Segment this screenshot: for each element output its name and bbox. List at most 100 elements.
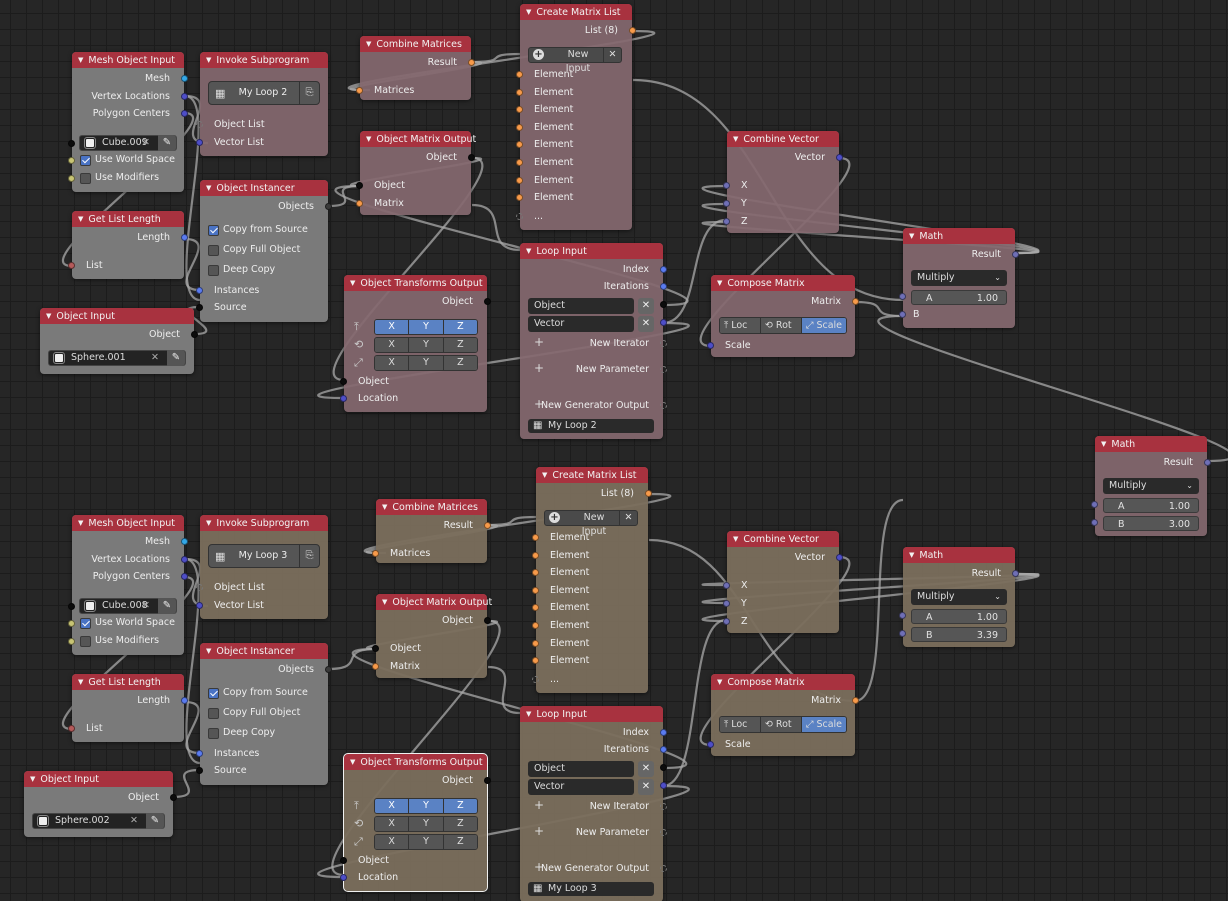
instancer-option-1-checkbox[interactable] [208,708,219,719]
collapse-triangle-icon[interactable]: ▼ [526,4,531,20]
new-iterator-socket[interactable] [660,340,667,347]
element-socket[interactable] [516,159,523,166]
result-socket[interactable] [1012,570,1019,577]
loop-input-node[interactable]: ▼ Loop Input Index Iterations Object ✕ Vector ✕… [520,243,667,439]
operation-dropdown[interactable]: Multiply ⌄ [1103,478,1199,494]
node-header[interactable]: ▼ Object Instancer [200,180,328,196]
a-socket[interactable] [1091,501,1098,508]
object-in-socket[interactable] [340,857,347,864]
matrix-socket[interactable] [852,298,859,305]
x-socket[interactable] [723,582,730,589]
object-out-socket[interactable] [484,298,491,305]
list-socket[interactable] [629,27,636,34]
list-socket[interactable] [68,725,75,732]
mesh-socket[interactable] [181,75,188,82]
matrix-socket[interactable] [356,200,363,207]
a-field[interactable]: A 1.00 [911,290,1007,305]
mesh-object-input-node[interactable]: ▼ Mesh Object Input Mesh Vertex Locations Po… [68,52,188,192]
node-header[interactable]: ▼ Get List Length [72,674,184,690]
list-socket[interactable] [68,262,75,269]
object-in-socket[interactable] [340,378,347,385]
node-header[interactable]: ▼ Create Matrix List [536,467,648,483]
element-socket[interactable] [532,622,539,629]
rot-mode-toggle[interactable]: ⟲ Rot [760,717,802,732]
node-header[interactable]: ▼ Invoke Subprogram [200,515,328,531]
object-instancer-node[interactable]: ▼ Object Instancer Objects Copy from Source… [196,643,332,785]
instancer-option-0-checkbox[interactable] [208,225,219,236]
object-transforms-output-node[interactable]: ▼ Object Transforms Output Object ⤒ X Y Z ⟲ X Y Z ⤢… [340,753,491,892]
collapse-triangle-icon[interactable]: ▼ [206,180,211,196]
iterations-socket[interactable] [660,283,667,290]
object-output-socket[interactable] [191,331,198,338]
vertex-locations-socket[interactable] [181,93,188,100]
axis-z-toggle[interactable]: Z [443,320,477,334]
collapse-triangle-icon[interactable]: ▼ [78,515,83,531]
object-field[interactable]: Cube.009 ✕ ✎ [79,135,177,151]
clear-icon[interactable]: ✕ [130,814,138,828]
source-socket[interactable] [196,767,203,774]
collapse-triangle-icon[interactable]: ▼ [350,275,355,291]
iterations-socket[interactable] [660,746,667,753]
index-socket[interactable] [660,729,667,736]
eyedropper-icon[interactable]: ✎ [146,813,164,829]
z-socket[interactable] [723,618,730,625]
new-generator-output-socket[interactable] [660,402,667,409]
object-input-node[interactable]: ▼ Object Input Object Sphere.002 ✕ ✎ [24,771,177,837]
new-subprogram-icon[interactable]: ⎘ [299,82,319,104]
eyedropper-icon[interactable]: ✎ [167,350,185,366]
object-transforms-output-node[interactable]: ▼ Object Transforms Output Object ⤒ X Y Z ⟲ X Y Z ⤢… [340,275,491,412]
object-out-socket[interactable] [484,777,491,784]
use-world-space-checkbox[interactable] [80,155,91,166]
remove-iterator-button[interactable]: ✕ [638,316,654,332]
socket[interactable] [68,638,75,645]
combine-matrices-node[interactable]: ▼ Combine Matrices Result Matrices [372,499,491,563]
create-matrix-list-node[interactable]: ▼ Create Matrix List List (8) + New Input ✕ El… [532,467,652,693]
element-socket[interactable] [532,534,539,541]
instancer-option-1-checkbox[interactable] [208,245,219,256]
node-header[interactable]: ▼ Compose Matrix [711,275,855,291]
node-header[interactable]: ▼ Object Matrix Output [360,131,476,147]
node-link[interactable] [471,203,521,252]
b-socket[interactable] [899,311,906,318]
matrices-socket[interactable] [372,550,379,557]
a-socket[interactable] [899,293,906,300]
element-socket[interactable] [532,657,539,665]
loc-axis-toggles[interactable]: XYZ [374,319,478,335]
axis-x-toggle[interactable]: X [375,356,410,370]
location-socket[interactable] [340,395,347,402]
matrices-socket[interactable] [356,87,363,94]
index-socket[interactable] [660,266,667,273]
node-link[interactable] [471,52,521,64]
collapse-triangle-icon[interactable]: ▼ [382,594,387,610]
node-link[interactable] [327,647,377,671]
result-socket[interactable] [1204,459,1211,466]
a-field[interactable]: A 1.00 [911,609,1007,624]
object-field[interactable]: Sphere.002 ✕ ✎ [32,813,165,829]
collapse-triangle-icon[interactable]: ▼ [733,131,738,147]
object-instancer-node[interactable]: ▼ Object Instancer Objects Copy from Source… [196,180,332,322]
b-socket[interactable] [1091,519,1098,526]
create-matrix-list-node[interactable]: ▼ Create Matrix List List (8) + New Input ✕ El… [516,4,636,230]
collapse-triangle-icon[interactable]: ▼ [1101,436,1106,452]
length-socket[interactable] [181,697,188,704]
math-node-standalone[interactable]: ▼ Math Result Multiply ⌄ A 1.00 B 3.00 [1091,436,1211,536]
combine-vector-node[interactable]: ▼ Combine Vector Vector X Y Z [723,131,843,233]
clear-icon[interactable]: ✕ [142,599,150,613]
element-socket[interactable] [532,586,539,594]
combine-matrices-node[interactable]: ▼ Combine Matrices Result Matrices [356,36,475,100]
node-header[interactable]: ▼ Object Input [24,771,173,787]
socket[interactable] [68,157,75,164]
node-link[interactable] [184,700,201,755]
add-icon[interactable]: + [534,798,544,812]
iterator-socket[interactable] [660,764,667,771]
collapse-triangle-icon[interactable]: ▼ [526,706,531,722]
node-header[interactable]: ▼ Mesh Object Input [72,515,184,531]
remove-iterator-button[interactable]: ✕ [638,761,654,777]
operation-dropdown[interactable]: Multiply ⌄ [911,270,1007,286]
node-header[interactable]: ▼ Math [903,228,1015,244]
node-link[interactable] [854,498,904,703]
collapse-triangle-icon[interactable]: ▼ [909,547,914,563]
loc-axis-toggles[interactable]: XYZ [374,798,478,814]
length-socket[interactable] [181,234,188,241]
vector-list-socket[interactable] [196,139,203,146]
